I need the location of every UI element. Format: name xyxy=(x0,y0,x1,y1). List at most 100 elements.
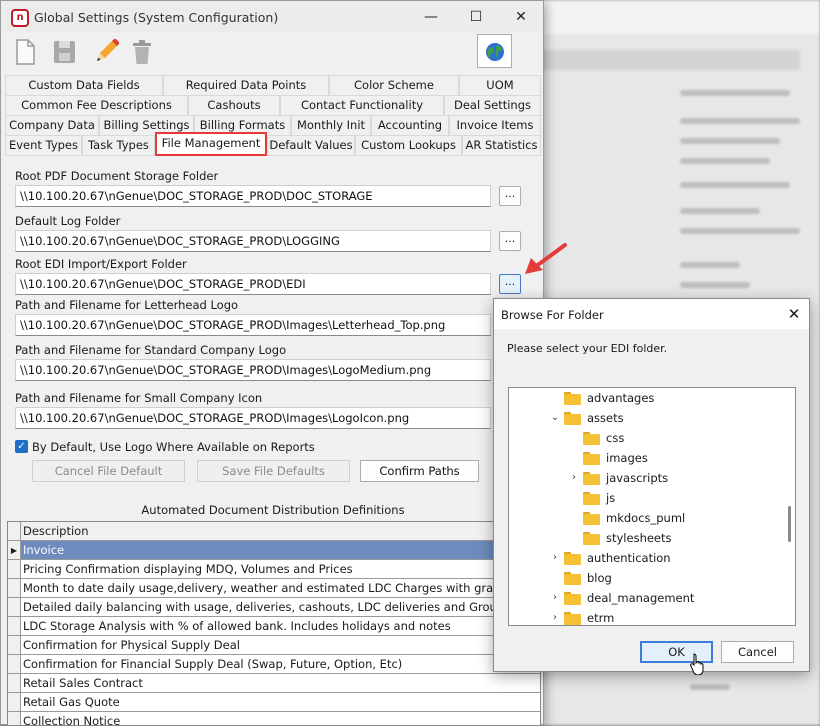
root-pdf-folder-input[interactable]: \\10.100.20.67\nGenue\DOC_STORAGE_PROD\D… xyxy=(15,185,491,207)
root-edi-folder-label: Root EDI Import/Export Folder xyxy=(15,257,187,271)
tab-ar-statistics[interactable]: AR Statistics xyxy=(462,135,541,155)
title-bar: n Global Settings (System Configuration)… xyxy=(1,1,543,33)
tree-scrollbar[interactable] xyxy=(788,506,791,542)
table-cell[interactable]: Confirmation for Financial Supply Deal (… xyxy=(21,655,540,674)
table-row[interactable]: LDC Storage Analysis with % of allowed b… xyxy=(8,617,540,636)
table-row[interactable]: Month to date daily usage,delivery, weat… xyxy=(8,579,540,598)
chevron-right-icon[interactable]: › xyxy=(549,608,561,625)
tab-panel-border xyxy=(5,155,541,156)
dialog-close-button[interactable]: ✕ xyxy=(780,302,808,326)
minimize-button[interactable]: — xyxy=(411,5,451,29)
tab-default-values[interactable]: Default Values xyxy=(267,135,355,155)
tab-accounting[interactable]: Accounting xyxy=(371,115,449,135)
root-edi-folder-input[interactable]: \\10.100.20.67\nGenue\DOC_STORAGE_PROD\E… xyxy=(15,273,491,295)
table-cell[interactable]: Confirmation for Physical Supply Deal xyxy=(21,636,540,655)
chevron-down-icon[interactable]: ⌄ xyxy=(549,408,561,428)
letterhead-logo-input[interactable]: \\10.100.20.67\nGenue\DOC_STORAGE_PROD\I… xyxy=(15,314,491,336)
confirm-paths-button[interactable]: Confirm Paths xyxy=(360,460,479,482)
window-title: Global Settings (System Configuration) xyxy=(34,10,279,25)
save-file-defaults-button[interactable]: Save File Defaults xyxy=(197,460,350,482)
folder-icon xyxy=(583,532,600,545)
use-logo-checkbox-label: By Default, Use Logo Where Available on … xyxy=(32,440,315,454)
tab-task-types[interactable]: Task Types xyxy=(82,135,155,155)
use-logo-checkbox[interactable]: ✓ xyxy=(15,440,28,453)
folder-icon xyxy=(564,552,581,565)
cancel-file-default-button[interactable]: Cancel File Default xyxy=(32,460,185,482)
folder-icon xyxy=(583,472,600,485)
table-row[interactable]: Pricing Confirmation displaying MDQ, Vol… xyxy=(8,560,540,579)
chevron-right-icon[interactable]: › xyxy=(568,468,580,488)
browse-log-folder-button[interactable]: ... xyxy=(499,231,521,251)
tab-custom-data-fields[interactable]: Custom Data Fields xyxy=(5,75,163,95)
browse-edi-folder-button[interactable]: ... xyxy=(499,274,521,294)
current-row-indicator-icon: ▶ xyxy=(8,541,21,560)
table-cell[interactable]: Pricing Confirmation displaying MDQ, Vol… xyxy=(21,560,540,579)
cancel-button[interactable]: Cancel xyxy=(721,641,794,663)
callout-arrow-icon xyxy=(525,243,567,274)
chevron-right-icon[interactable]: › xyxy=(549,548,561,568)
delete-trash-icon[interactable] xyxy=(129,37,159,69)
globe-icon[interactable] xyxy=(477,34,512,68)
app-logo-icon: n xyxy=(11,9,29,27)
table-row[interactable]: Confirmation for Financial Supply Deal (… xyxy=(8,655,540,674)
table-row[interactable]: Detailed daily balancing with usage, del… xyxy=(8,598,540,617)
table-cell[interactable]: Invoice xyxy=(21,541,540,560)
table-row[interactable]: ▶ Invoice xyxy=(8,541,540,560)
folder-icon xyxy=(564,412,581,425)
folder-icon xyxy=(583,452,600,465)
tab-uom[interactable]: UOM xyxy=(459,75,541,95)
letterhead-logo-label: Path and Filename for Letterhead Logo xyxy=(15,298,239,312)
tab-common-fee-descriptions[interactable]: Common Fee Descriptions xyxy=(5,95,188,115)
table-row[interactable]: Retail Sales Contract xyxy=(8,674,540,693)
tab-required-data-points[interactable]: Required Data Points xyxy=(163,75,329,95)
table-cell[interactable]: Month to date daily usage,delivery, weat… xyxy=(21,579,540,598)
maximize-button[interactable]: ☐ xyxy=(456,5,496,29)
new-document-icon[interactable] xyxy=(13,37,43,69)
folder-icon xyxy=(564,392,581,405)
table-row[interactable]: Collection Notice xyxy=(8,712,540,725)
table-row[interactable]: Confirmation for Physical Supply Deal xyxy=(8,636,540,655)
tab-company-data[interactable]: Company Data xyxy=(5,115,99,135)
chevron-right-icon[interactable]: › xyxy=(549,588,561,608)
table-cell[interactable]: Detailed daily balancing with usage, del… xyxy=(21,598,540,617)
global-settings-window: n Global Settings (System Configuration)… xyxy=(0,0,544,726)
tab-color-scheme[interactable]: Color Scheme xyxy=(329,75,459,95)
tab-row-2: Common Fee Descriptions Cashouts Contact… xyxy=(5,95,541,115)
folder-icon xyxy=(564,572,581,585)
tab-file-management[interactable]: File Management xyxy=(155,132,267,156)
root-pdf-folder-label: Root PDF Document Storage Folder xyxy=(15,169,219,183)
standard-logo-label: Path and Filename for Standard Company L… xyxy=(15,343,287,357)
tab-cashouts[interactable]: Cashouts xyxy=(188,95,280,115)
folder-tree[interactable]: advantages ⌄ assets css images › javascr… xyxy=(508,387,796,626)
close-button[interactable]: ✕ xyxy=(501,5,541,29)
tab-event-types[interactable]: Event Types xyxy=(5,135,82,155)
tab-deal-settings[interactable]: Deal Settings xyxy=(444,95,541,115)
default-log-folder-input[interactable]: \\10.100.20.67\nGenue\DOC_STORAGE_PROD\L… xyxy=(15,230,491,252)
table-cell[interactable]: Retail Gas Quote xyxy=(21,693,540,712)
tab-row-4: Event Types Task Types File Management D… xyxy=(5,132,541,156)
distribution-title: Automated Document Distribution Definiti… xyxy=(141,503,405,517)
table-cell[interactable]: Retail Sales Contract xyxy=(21,674,540,693)
standard-logo-input[interactable]: \\10.100.20.67\nGenue\DOC_STORAGE_PROD\I… xyxy=(15,359,491,381)
small-icon-input[interactable]: \\10.100.20.67\nGenue\DOC_STORAGE_PROD\I… xyxy=(15,407,491,429)
row-selector-header xyxy=(8,522,21,541)
tab-monthly-init[interactable]: Monthly Init xyxy=(291,115,371,135)
dialog-title-bar: Browse For Folder ✕ xyxy=(494,299,809,329)
edit-pencil-icon[interactable] xyxy=(91,37,121,69)
mouse-cursor-icon xyxy=(690,653,704,675)
table-cell[interactable]: LDC Storage Analysis with % of allowed b… xyxy=(21,617,540,636)
save-icon[interactable] xyxy=(51,37,81,69)
tab-contact-functionality[interactable]: Contact Functionality xyxy=(280,95,444,115)
folder-icon xyxy=(564,612,581,625)
table-row[interactable]: Retail Gas Quote xyxy=(8,693,540,712)
dialog-title: Browse For Folder xyxy=(501,308,604,322)
table-cell[interactable]: Collection Notice xyxy=(21,712,540,725)
browse-root-pdf-button[interactable]: ... xyxy=(499,186,521,206)
tab-row-3: Company Data Billing Settings Billing Fo… xyxy=(5,115,541,135)
tab-custom-lookups[interactable]: Custom Lookups xyxy=(355,135,462,155)
folder-icon xyxy=(564,592,581,605)
folder-icon xyxy=(583,492,600,505)
tab-invoice-items[interactable]: Invoice Items xyxy=(449,115,541,135)
description-column-header[interactable]: Description xyxy=(21,522,540,541)
distribution-grid[interactable]: Description ▶ Invoice Pricing Confirmati… xyxy=(7,521,541,726)
